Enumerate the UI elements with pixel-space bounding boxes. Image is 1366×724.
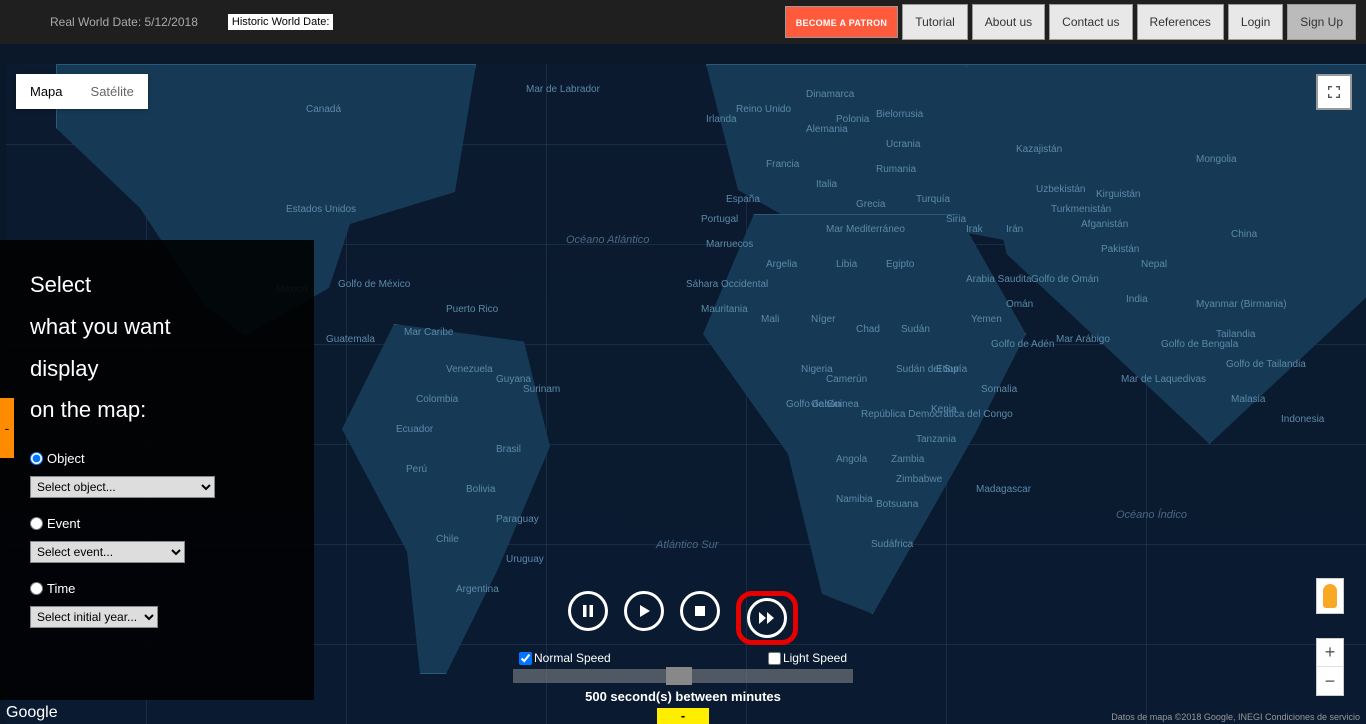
landmass-africa: [686, 214, 1026, 614]
country-label: Golfo de México: [338, 279, 410, 290]
event-radio-label[interactable]: Event: [30, 516, 284, 531]
contact-button[interactable]: Contact us: [1049, 4, 1132, 40]
country-label: Portugal: [701, 214, 738, 225]
time-radio-label[interactable]: Time: [30, 581, 284, 596]
fast-forward-highlight: [736, 591, 798, 645]
map-tab-mapa[interactable]: Mapa: [16, 74, 77, 109]
fullscreen-button[interactable]: [1316, 74, 1352, 110]
zoom-out-button[interactable]: −: [1317, 667, 1343, 695]
zoom-control: + −: [1316, 638, 1344, 696]
pause-button[interactable]: [568, 591, 608, 631]
event-radio[interactable]: [30, 517, 43, 530]
stop-button[interactable]: [680, 591, 720, 631]
tutorial-button[interactable]: Tutorial: [902, 4, 968, 40]
login-button[interactable]: Login: [1228, 4, 1283, 40]
panel-title: Select what you want display on the map:: [30, 264, 284, 431]
map-attribution: Datos de mapa ©2018 Google, INEGI Condic…: [1111, 712, 1360, 722]
country-label: Madagascar: [976, 484, 1031, 495]
ocean-label: Atlántico Sur: [656, 539, 718, 551]
map-type-toggle: Mapa Satélite: [16, 74, 148, 109]
become-patron-button[interactable]: BECOME A PATRON: [785, 6, 899, 38]
pegman-icon: [1323, 584, 1337, 608]
historic-world-date[interactable]: Historic World Date:: [228, 14, 334, 30]
light-speed-checkbox[interactable]: Light Speed: [768, 651, 847, 665]
filter-panel: Select what you want display on the map:…: [0, 240, 314, 700]
speed-slider[interactable]: [513, 669, 853, 683]
map-tab-satelite[interactable]: Satélite: [77, 74, 148, 109]
fast-forward-button[interactable]: [747, 598, 787, 638]
country-label: Uruguay: [506, 554, 544, 565]
nav-right: BECOME A PATRON Tutorial About us Contac…: [785, 4, 1356, 40]
top-bar: Real World Date: 5/12/2018 Historic Worl…: [0, 0, 1366, 44]
time-select[interactable]: Select initial year...: [30, 606, 158, 628]
streetview-pegman[interactable]: [1316, 578, 1344, 614]
interval-label: 500 second(s) between minutes: [513, 689, 853, 704]
country-label: Mar de Labrador: [526, 84, 600, 95]
landmass-asia: [966, 64, 1366, 444]
object-select[interactable]: Select object...: [30, 476, 215, 498]
country-label: Puerto Rico: [446, 304, 498, 315]
zoom-in-button[interactable]: +: [1317, 639, 1343, 667]
time-radio[interactable]: [30, 582, 43, 595]
country-label: Indonesia: [1281, 414, 1324, 425]
event-select[interactable]: Select event...: [30, 541, 185, 563]
object-radio-label[interactable]: Object: [30, 451, 284, 466]
collapse-panel-button[interactable]: -: [0, 398, 14, 458]
ocean-label: Océano Índico: [1116, 509, 1187, 521]
signup-button[interactable]: Sign Up: [1287, 4, 1356, 40]
normal-speed-checkbox[interactable]: Normal Speed: [519, 651, 611, 665]
slider-thumb[interactable]: [666, 667, 692, 685]
playback-controls: Normal Speed Light Speed 500 second(s) b…: [513, 591, 853, 704]
timeline-marker[interactable]: -: [657, 708, 709, 724]
play-button[interactable]: [624, 591, 664, 631]
object-radio[interactable]: [30, 452, 43, 465]
ocean-label: Océano Atlántico: [566, 234, 649, 246]
about-button[interactable]: About us: [972, 4, 1045, 40]
google-logo: Google: [6, 704, 58, 722]
references-button[interactable]: References: [1137, 4, 1224, 40]
real-world-date: Real World Date: 5/12/2018: [50, 15, 198, 29]
